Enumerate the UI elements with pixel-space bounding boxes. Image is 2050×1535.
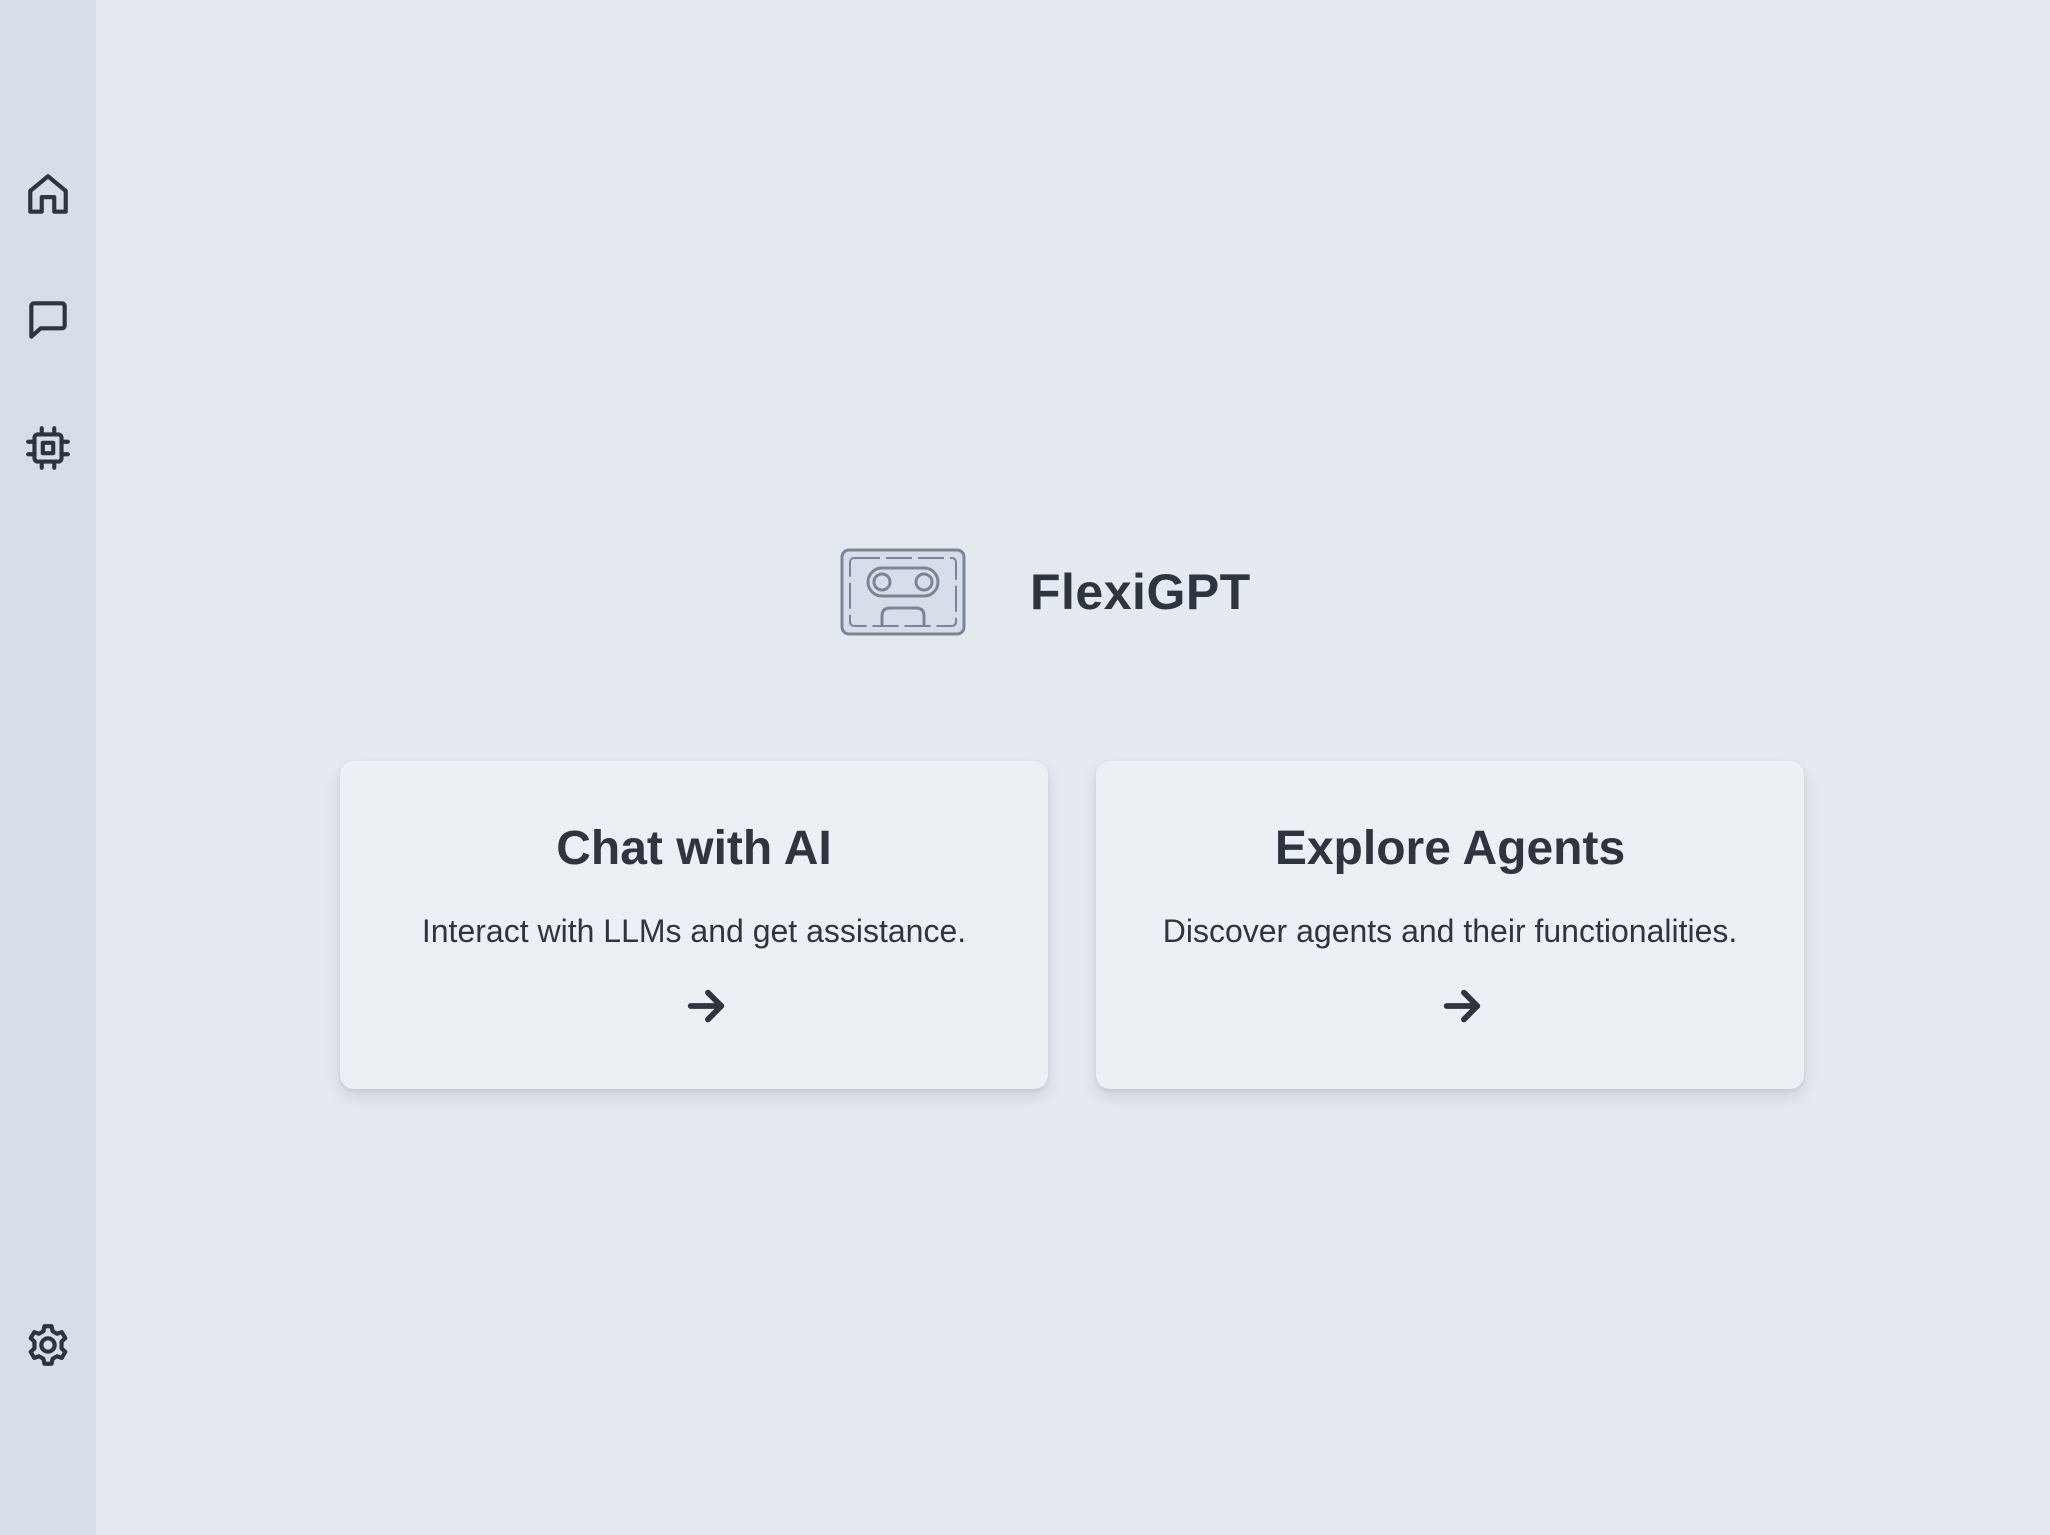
- card-title: Explore Agents: [1274, 822, 1626, 875]
- chat-bubble-icon: [29, 301, 67, 339]
- card-description: Discover agents and their functionalitie…: [1162, 913, 1738, 949]
- cpu-chip-icon: [26, 426, 70, 470]
- brand-header: FlexiGPT: [838, 539, 1251, 645]
- sidebar-item-agents[interactable]: [18, 418, 78, 478]
- settings-button[interactable]: [18, 1315, 78, 1375]
- gear-icon: [28, 1324, 68, 1366]
- arrow-right-icon: [683, 983, 729, 1029]
- explore-agents-card[interactable]: Explore Agents Discover agents and their…: [1096, 761, 1804, 1089]
- sidebar-item-home[interactable]: [18, 164, 78, 224]
- app-window: FlexiGPT Chat with AI Interact with LLMs…: [0, 0, 2050, 1535]
- card-title: Chat with AI: [556, 822, 832, 875]
- sidebar-item-chats[interactable]: [18, 290, 78, 350]
- home-icon: [28, 174, 68, 214]
- app-title: FlexiGPT: [1030, 564, 1251, 620]
- main-panel: FlexiGPT Chat with AI Interact with LLMs…: [112, 16, 2032, 1519]
- card-description: Interact with LLMs and get assistance.: [421, 913, 967, 949]
- arrow-right-icon: [1439, 983, 1485, 1029]
- chat-with-ai-card[interactable]: Chat with AI Interact with LLMs and get …: [340, 761, 1048, 1089]
- sidebar: [0, 0, 96, 1535]
- robot-cassette-logo-icon: [840, 548, 966, 636]
